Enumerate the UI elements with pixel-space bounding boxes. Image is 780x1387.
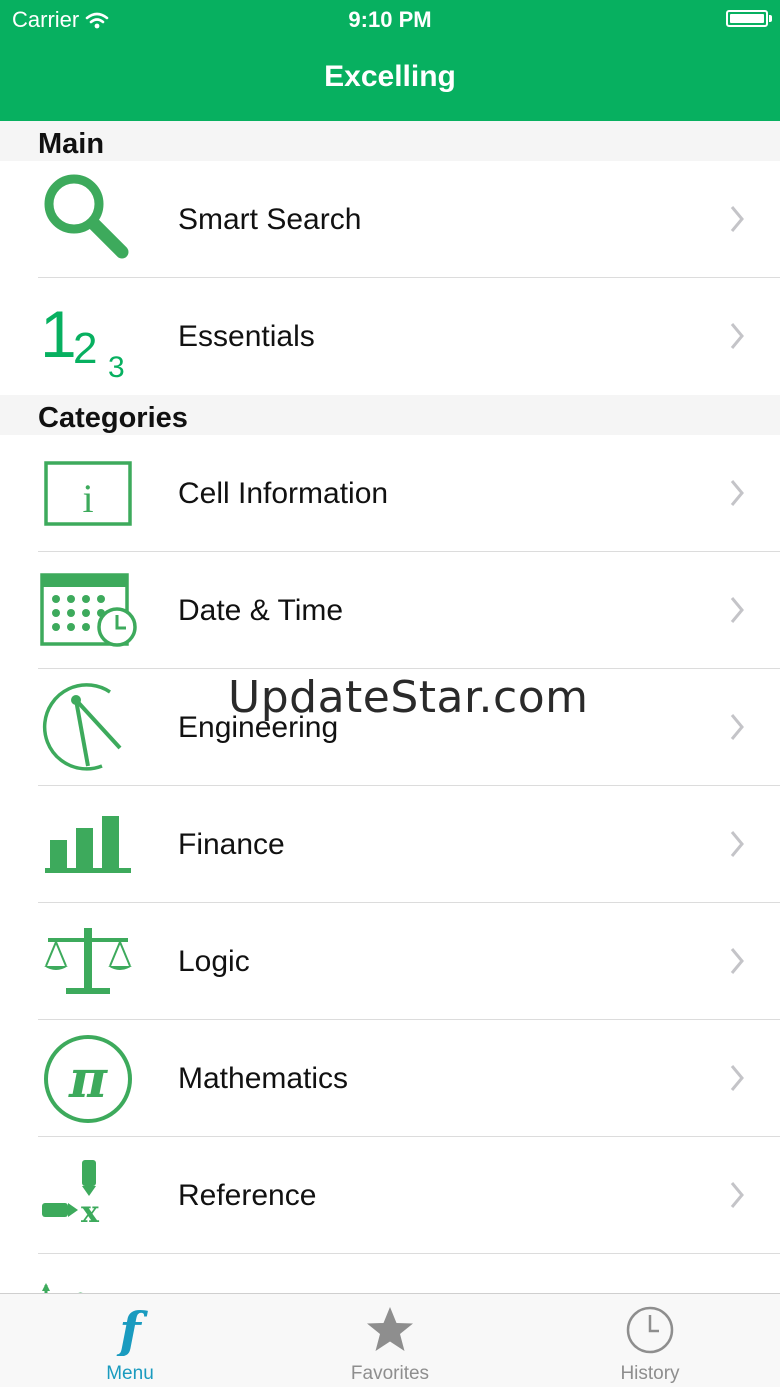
menu-item-essentials[interactable]: 1 2 3 Essentials [0, 278, 780, 395]
menu-item-smart-search[interactable]: Smart Search [0, 161, 780, 278]
svg-text:2: 2 [73, 324, 97, 373]
bar-chart-icon [38, 786, 138, 903]
menu-item-label: Logic [178, 945, 250, 978]
star-icon [367, 1307, 413, 1351]
battery-icon [726, 10, 772, 27]
menu-item-date-time[interactable]: Date & Time [0, 552, 780, 669]
search-icon [38, 161, 138, 278]
menu-item-label: Finance [178, 828, 285, 861]
section-header-main: Main [0, 121, 780, 161]
numbers-123-icon: 1 2 3 [38, 278, 138, 395]
section-header-categories: Categories [0, 395, 780, 435]
menu-item-label: Date & Time [178, 594, 344, 627]
watermark-text: UpdateStar.com [228, 672, 589, 723]
tab-favorites[interactable]: Favorites [260, 1294, 520, 1387]
navigation-bar: Carrier 9:10 PM Excelling [0, 0, 780, 121]
status-time: 9:10 PM [348, 7, 432, 32]
tab-label: Menu [106, 1363, 154, 1384]
menu-item-label: Essentials [178, 320, 315, 353]
chevron-right-icon [730, 597, 744, 623]
menu-item-logic[interactable]: Logic [0, 903, 780, 1020]
menu-item-label: Smart Search [178, 203, 362, 236]
wave-icon [38, 1254, 138, 1294]
chevron-right-icon [730, 323, 744, 349]
svg-text:3: 3 [108, 351, 125, 384]
scales-icon [38, 903, 138, 1020]
tab-label: Favorites [350, 1363, 430, 1384]
menu-item-label: Cell Information [178, 477, 389, 510]
chevron-right-icon [730, 831, 744, 857]
tab-label: History [620, 1363, 680, 1384]
tab-bar: f Menu Favorites History [0, 1293, 780, 1387]
calendar-clock-icon [38, 552, 138, 669]
menu-item-reference[interactable]: x Reference [0, 1137, 780, 1254]
menu-item-label: Mathematics [178, 1062, 349, 1095]
chevron-right-icon [730, 206, 744, 232]
clock-icon [626, 1306, 674, 1354]
chevron-right-icon [730, 1182, 744, 1208]
tab-history[interactable]: History [520, 1294, 780, 1387]
page-title: Excelling [324, 60, 456, 93]
compass-icon [38, 669, 138, 786]
function-icon: f [116, 1304, 148, 1356]
svg-text:f: f [116, 1304, 148, 1356]
chevron-right-icon [730, 948, 744, 974]
menu-item-label: Reference [178, 1179, 317, 1212]
menu-item-mathematics[interactable]: π Mathematics [0, 1020, 780, 1137]
pi-icon: π [38, 1020, 138, 1137]
svg-text:x: x [81, 1195, 100, 1230]
svg-text:i: i [82, 476, 93, 521]
svg-text:1: 1 [40, 297, 77, 371]
info-box-icon: i [38, 435, 138, 552]
chevron-right-icon [730, 714, 744, 740]
menu-item-cell-information[interactable]: i Cell Information [0, 435, 780, 552]
tab-menu[interactable]: f Menu [0, 1294, 260, 1387]
chevron-right-icon [730, 1065, 744, 1091]
menu-item-partial[interactable] [0, 1254, 780, 1294]
svg-text:π: π [68, 1049, 108, 1110]
reference-icon: x [38, 1137, 138, 1254]
menu-item-finance[interactable]: Finance [0, 786, 780, 903]
chevron-right-icon [730, 480, 744, 506]
